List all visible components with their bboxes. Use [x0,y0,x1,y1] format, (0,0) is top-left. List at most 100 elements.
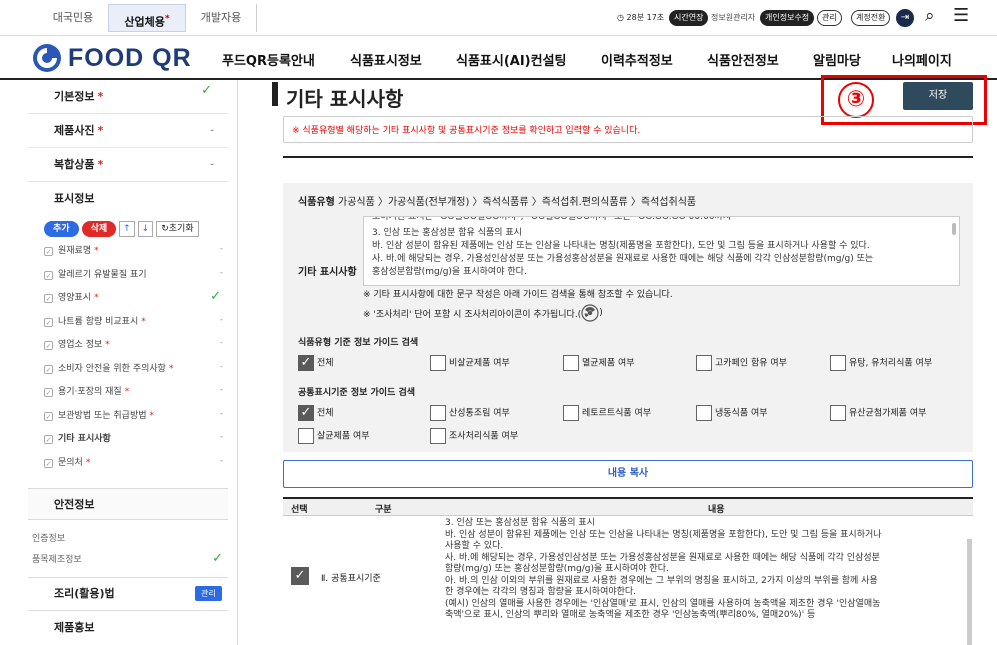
sidebar-subitem[interactable]: ✓ 보관방법 또는 취급방법 * [44,409,154,423]
guide-option[interactable]: 살균제품 여부 [298,428,370,445]
checkbox[interactable] [830,405,846,421]
sidebar-item-display[interactable]: 표시정보 [28,182,228,216]
hint-1: ※ 기타 표시사항에 대한 문구 작성은 아래 가이드 검색을 통해 참조할 수… [363,290,673,300]
required-mark: * [97,90,104,103]
nav-mypage[interactable]: 나의페이지 [892,50,952,69]
nav-notice[interactable]: 알림마당 [813,50,861,69]
copy-content-button[interactable]: 내용 복사 [283,460,973,488]
sidebar-subitem[interactable]: ✓ 문의처 * [44,456,90,470]
col-category: 구분 [375,505,392,515]
dash-icon: - [219,244,223,254]
cooking-manage-button[interactable]: 관리 [195,586,222,601]
sidebar-subitem[interactable]: ✓ 영업소 정보 * [44,338,110,352]
guide-option[interactable]: 레토르트식품 여부 [563,405,651,422]
etc-textarea[interactable]: 소비기한 표시는 “OO월OO일OO까지”, “OO월OO일OO까지” 또는 “… [363,216,960,286]
checkbox[interactable] [430,428,446,444]
sidebar-subitem[interactable]: ✓ 알레르기 유발물질 표기 [44,268,150,282]
add-button[interactable]: 추가 [44,221,79,237]
nav-label-info[interactable]: 식품표시정보 [350,50,422,69]
guide-option[interactable]: ✓ 전체 [298,355,334,372]
sidebar-item-cert[interactable]: 인증정보 [32,532,65,546]
tab-public[interactable]: 대국민용 [38,4,108,32]
sidebar-item-basic[interactable]: 기본정보 * ✓ [28,80,228,114]
guide-option[interactable]: 멸균제품 여부 [563,355,635,372]
top-utility-bar: 대국민용 산업체용* 개발자용 ◷ 28분 17초 시간연장 정보원관리자 개인… [0,0,997,36]
textarea-line: 3. 인삼 또는 홍삼성분 함유 식품의 표시 [372,228,522,238]
sidebar-subitem-label: 문의처 [58,457,83,468]
menu-icon[interactable]: ☰ [953,5,969,26]
row-content-line: 축액'으로 표시, 인삼의 뿌리와 열매로 농축액을 제조한 경우 '인삼농축액… [445,610,816,620]
manage-button[interactable]: 관리 [817,10,842,26]
tab-industry[interactable]: 산업체용* [108,4,186,32]
switch-account-button[interactable]: 계정전환 [851,10,891,26]
guide-option-label: 전체 [317,358,334,369]
checkbox[interactable] [563,355,579,371]
nav-traceability[interactable]: 이력추적정보 [601,50,673,69]
up-button[interactable]: ↑ [119,221,135,237]
nav-food-safety[interactable]: 식품안전정보 [707,50,779,69]
sidebar-item-safety[interactable]: 안전정보 [28,488,228,520]
row-checkbox[interactable]: ✓ [291,567,309,585]
sidebar-item-composite[interactable]: 복합상품 * - [28,148,228,182]
sidebar-subitem[interactable]: ✓ 용기·포장의 재질 * [44,385,129,399]
sidebar-item-label: 조리(활용)법 [54,587,115,600]
guide-option-label: 냉동식품 여부 [715,408,768,419]
delete-button[interactable]: 삭제 [81,221,117,237]
guide-option[interactable]: 유산균첨가제품 여부 [830,405,926,422]
nav-qr-register[interactable]: 푸드QR등록안내 [222,50,315,69]
row-content: 3. 인삼 또는 홍삼성분 함유 식품의 표시 바. 인삼 성분이 함유된 제품에… [445,518,965,622]
checkbox[interactable] [430,355,446,371]
sidebar-subitem[interactable]: ✓ 원재료명 * [44,244,99,258]
checkbox[interactable] [696,405,712,421]
guide-option[interactable]: 고카페인 함유 여부 [696,355,787,372]
guide-option[interactable]: 조사처리식품 여부 [430,428,518,445]
dash-icon: - [219,338,223,348]
guide-option[interactable]: 비살균제품 여부 [430,355,510,372]
guide-option-label: 조사처리식품 여부 [449,431,519,442]
checkbox[interactable] [830,355,846,371]
guide-option-label: 고카페인 함유 여부 [715,358,787,369]
required-mark: * [149,410,155,421]
checkbox[interactable] [430,405,446,421]
checkbox-icon: ✓ [44,270,53,280]
reset-button[interactable]: ↻ 초기화 [156,221,199,237]
sidebar-item-photo[interactable]: 제품사진 * - [28,114,228,148]
logo[interactable]: FOOD QR [32,43,192,73]
guide-option[interactable]: 냉동식품 여부 [696,405,768,422]
textarea-scrollbar[interactable] [952,223,956,235]
checkbox[interactable] [298,428,314,444]
sidebar-item-manufacture[interactable]: 품목제조정보 [32,553,82,567]
logo-mark-icon [33,44,61,72]
active-mark: * [164,13,170,24]
sidebar-subitem[interactable]: ✓ 기타 표시사항 [44,432,114,446]
table-scrollbar[interactable] [967,539,972,645]
checkbox[interactable]: ✓ [298,355,314,371]
hint-2-end: ) [599,308,603,318]
dash-icon: - [219,314,223,325]
guide-option[interactable]: ✓ 전체 [298,405,334,422]
checkbox[interactable]: ✓ [298,405,314,421]
row-content-line: 함량(mg/g) 또는 홍삼성분함량(mg/g)을 표시하여야 한다. [445,564,669,574]
logout-icon[interactable]: ⇥ [896,9,914,27]
guide-option-label: 멸균제품 여부 [582,358,635,369]
down-button[interactable]: ↓ [137,221,154,237]
timer-text: 28분 17초 [626,13,665,22]
textarea-line: 사. 바.에 해당되는 경우, 가용성인삼성분 또는 가용성홍삼성분을 원재료로… [372,254,874,264]
checkbox[interactable] [563,405,579,421]
guide-option[interactable]: 산성통조림 여부 [430,405,510,422]
checkbox[interactable] [696,355,712,371]
privacy-button[interactable]: 개인정보수정 [760,10,815,26]
extend-button[interactable]: 시간연장 [669,10,709,26]
sidebar-action-buttons: 추가 삭제 ↑ ↓ ↻ 초기화 [44,221,199,237]
nav-ai-consulting[interactable]: 식품표시(AI)컨설팅 [456,50,567,69]
tab-developer[interactable]: 개발자용 [186,4,256,32]
guide-option[interactable]: 유탕, 유처리식품 여부 [830,355,932,372]
search-icon[interactable]: ⌕ [925,6,935,26]
save-button[interactable]: 저장 [903,82,973,110]
sidebar-subitem[interactable]: ✓ 영양표시 * [44,291,99,305]
sidebar-subitem[interactable]: ✓ 소비자 안전을 위한 주의사항 * [44,362,173,376]
dash-icon: - [219,267,223,278]
sidebar-item-promo[interactable]: 제품홍보 [28,610,228,644]
row-content-line: 3. 인삼 또는 홍삼성분 함유 식품의 표시 [445,518,595,528]
sidebar-subitem[interactable]: ✓ 나트륨 함량 비교표시 * [44,315,146,329]
